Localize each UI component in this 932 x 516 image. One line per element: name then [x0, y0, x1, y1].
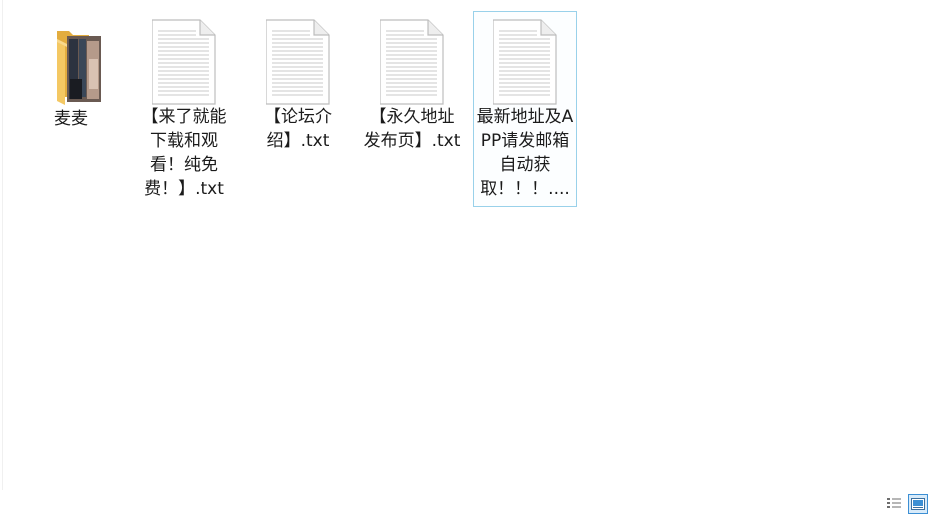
details-view-button[interactable] [884, 494, 904, 514]
text-file-icon [265, 19, 330, 105]
file-item-download-txt[interactable]: 【来了就能下载和观看！纯免费！】.txt [132, 11, 236, 207]
folder-item-maimai[interactable]: 麦麦 [19, 11, 123, 137]
large-icons-view-icon [911, 498, 925, 510]
pane-divider [2, 0, 3, 490]
text-file-icon [492, 19, 557, 105]
file-name-label: 【来了就能下载和观看！纯免费！】.txt [141, 107, 227, 199]
text-file-icon [379, 19, 444, 105]
file-name-label: 麦麦 [54, 109, 88, 129]
large-icons-view-button[interactable] [908, 494, 928, 514]
text-file-icon [151, 19, 216, 105]
view-toggle-group [884, 494, 928, 514]
folder-icon [39, 19, 103, 105]
file-item-latest-address-txt[interactable]: 最新地址及APP请发邮箱自动获取！！！.... [473, 11, 577, 207]
file-name-label: 【永久地址发布页】.txt [363, 107, 461, 151]
file-item-permanent-address-txt[interactable]: 【永久地址发布页】.txt [360, 11, 464, 159]
file-name-label: 【论坛介绍】.txt [264, 107, 332, 151]
file-item-forum-intro-txt[interactable]: 【论坛介绍】.txt [246, 11, 350, 159]
details-view-icon [887, 498, 901, 508]
file-name-label: 最新地址及APP请发邮箱自动获取！！！.... [476, 107, 574, 199]
file-explorer-view[interactable]: 麦麦 【来了就能下载和观看！纯免费！】.txt 【论坛介绍】.txt 【永久地址… [0, 0, 932, 516]
